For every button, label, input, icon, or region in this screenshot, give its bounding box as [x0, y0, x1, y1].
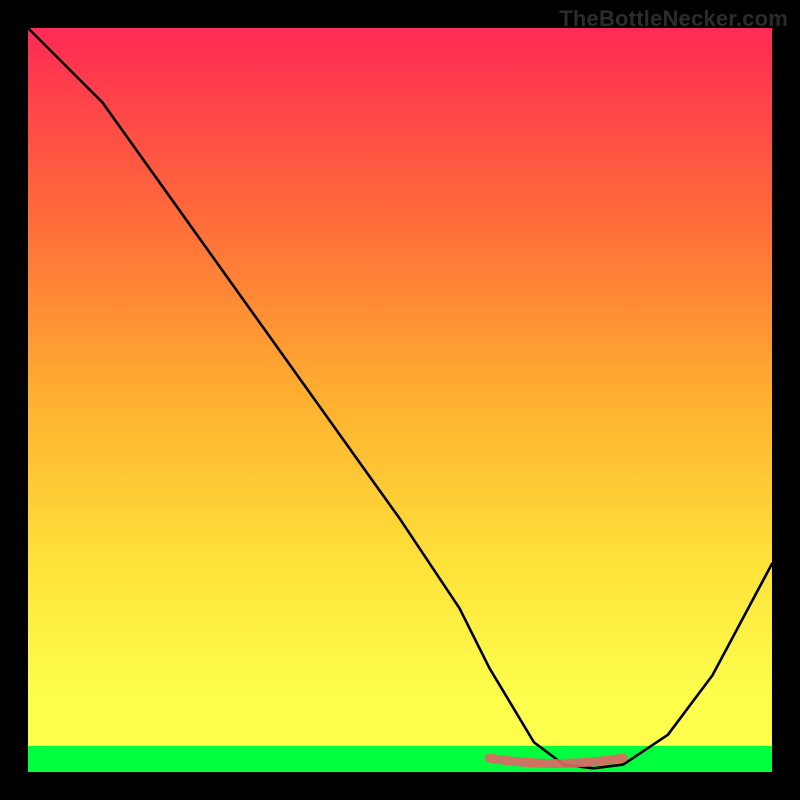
watermark-text: TheBottleNecker.com: [559, 6, 788, 32]
chart-svg: [28, 28, 772, 772]
chart-frame: TheBottleNecker.com: [0, 0, 800, 800]
chart-plot-area: [28, 28, 772, 772]
